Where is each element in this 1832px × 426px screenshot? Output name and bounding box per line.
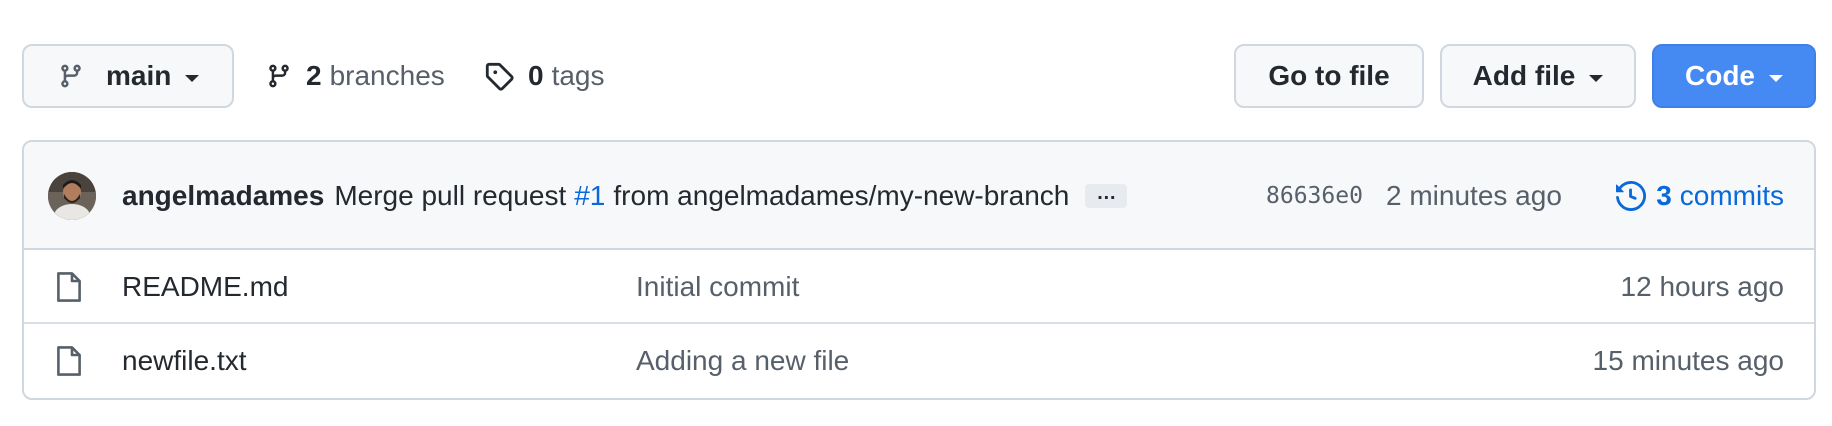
file-browser: angelmadames Merge pull request #1 from … (22, 140, 1816, 400)
tags-link[interactable]: 0 tags (484, 50, 605, 102)
file-commit-message-link[interactable]: Adding a new file (636, 324, 849, 398)
pull-request-link[interactable]: #1 (574, 180, 605, 212)
commit-sha-link[interactable]: 86636e0 (1266, 170, 1363, 222)
tags-label: tags (551, 60, 605, 91)
code-label: Code (1685, 60, 1755, 91)
file-row: README.md Initial commit 12 hours ago (24, 250, 1814, 324)
file-row: newfile.txt Adding a new file 15 minutes… (24, 324, 1814, 398)
commits-history-link[interactable]: 3 commits (1616, 170, 1784, 222)
tags-count: 0 (528, 60, 544, 91)
chevron-down-icon (185, 74, 200, 82)
chevron-down-icon (1589, 74, 1604, 82)
tag-icon (484, 61, 514, 91)
commits-count: 3 (1656, 180, 1672, 211)
repo-toolbar: main 2 branches 0 tags Go to file Add fi… (0, 0, 1832, 130)
add-file-button[interactable]: Add file (1440, 44, 1636, 108)
branches-label: branches (329, 60, 445, 91)
file-name-link[interactable]: newfile.txt (122, 324, 247, 398)
commit-summary: angelmadames Merge pull request #1 from … (122, 170, 1128, 222)
commit-time: 2 minutes ago (1386, 180, 1562, 211)
file-commit-time: 15 minutes ago (1592, 345, 1784, 376)
go-to-file-button[interactable]: Go to file (1234, 44, 1424, 108)
avatar[interactable] (48, 172, 96, 220)
branches-link[interactable]: 2 branches (266, 50, 445, 102)
commits-label: commits (1679, 180, 1784, 211)
file-name-link[interactable]: README.md (122, 250, 288, 324)
go-to-file-label: Go to file (1268, 60, 1390, 91)
expand-commit-message-button[interactable]: … (1085, 183, 1128, 208)
latest-commit-bar: angelmadames Merge pull request #1 from … (24, 142, 1814, 250)
branch-select-button[interactable]: main (22, 44, 234, 108)
file-icon (56, 271, 82, 303)
commit-message-suffix[interactable]: from angelmadames/my-new-branch (613, 180, 1069, 212)
file-commit-message-link[interactable]: Initial commit (636, 250, 799, 324)
commit-message-prefix[interactable]: Merge pull request (334, 180, 566, 212)
git-branch-icon (58, 61, 84, 91)
git-branch-icon (266, 61, 292, 91)
add-file-label: Add file (1472, 60, 1576, 91)
code-button[interactable]: Code (1652, 44, 1816, 108)
branch-select-label: main (106, 60, 172, 91)
file-icon (56, 345, 82, 377)
history-icon (1616, 181, 1647, 211)
commit-author-link[interactable]: angelmadames (122, 180, 324, 212)
file-commit-time: 12 hours ago (1620, 271, 1784, 302)
branches-count: 2 (306, 60, 322, 91)
chevron-down-icon (1769, 74, 1783, 82)
